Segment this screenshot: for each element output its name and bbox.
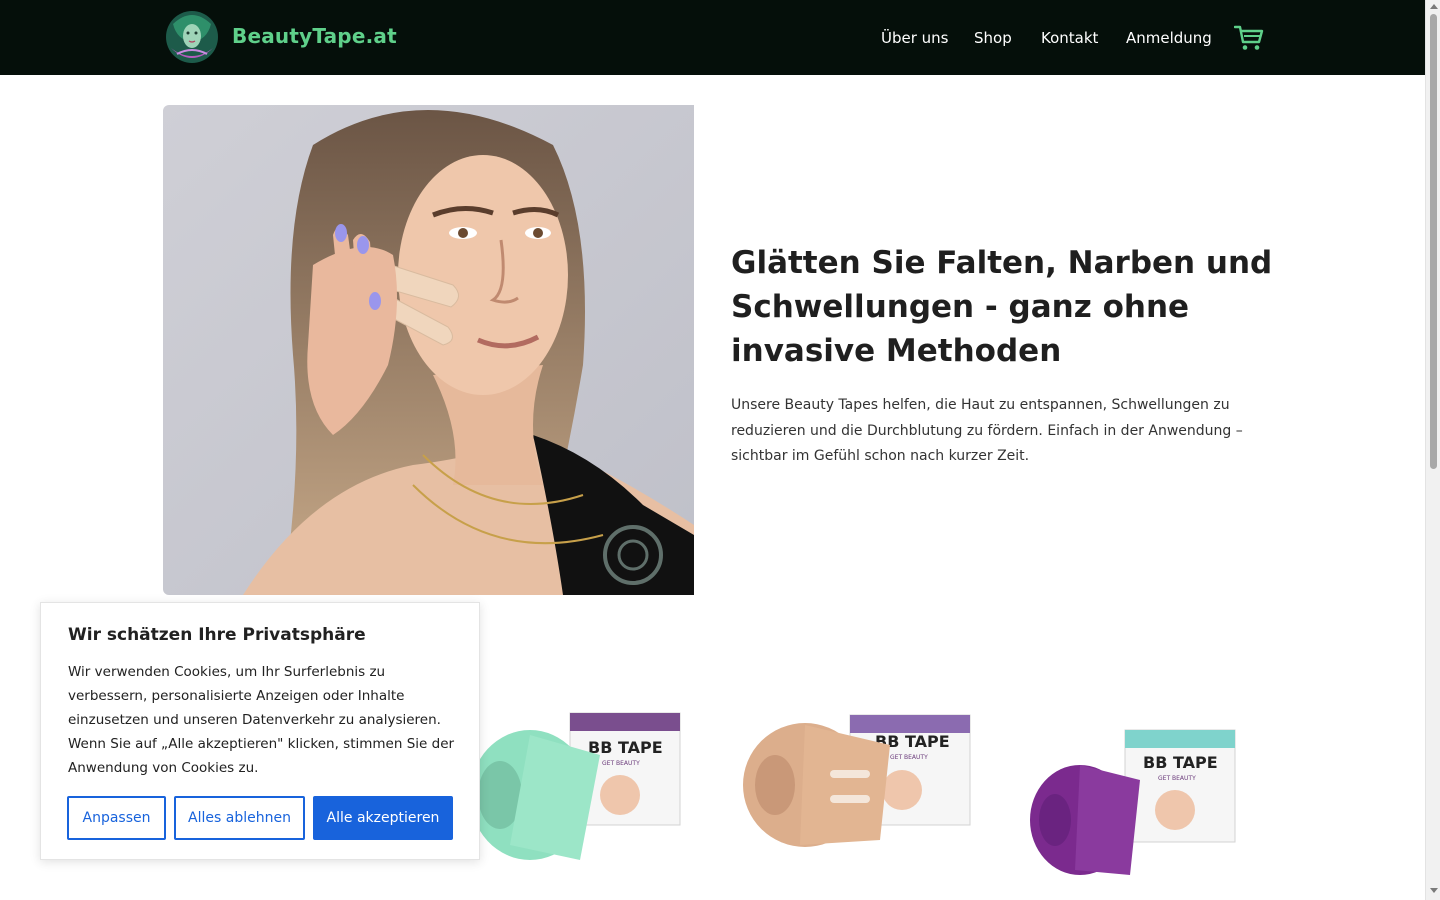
scroll-down-arrow-icon[interactable] (1430, 888, 1438, 893)
product-sub: GET BEAUTY (1158, 775, 1196, 782)
cookie-description: Wir verwenden Cookies, um Ihr Surferlebn… (68, 664, 455, 776)
cookie-title: Wir schätzen Ihre Privatsphäre (68, 625, 366, 645)
nav-about[interactable]: Über uns (881, 29, 949, 47)
nav-login[interactable]: Anmeldung (1126, 29, 1212, 47)
hero-title: Glätten Sie Falten, Narben und Schwellun… (731, 245, 1273, 369)
customize-button[interactable]: Anpassen (67, 796, 166, 840)
hero-description: Unsere Beauty Tapes helfen, die Haut zu … (731, 397, 1243, 464)
shopping-cart-icon[interactable] (1234, 24, 1264, 52)
brand-name[interactable]: BeautyTape.at (232, 24, 397, 48)
product-brand: BB TAPE (588, 738, 663, 757)
scroll-up-arrow-icon[interactable] (1430, 4, 1438, 9)
cookie-consent-banner: Wir schätzen Ihre Privatsphäre Wir verwe… (40, 602, 480, 860)
product-card[interactable]: BB TAPE GET BEAUTY (470, 645, 690, 900)
accept-all-button[interactable]: Alle akzeptieren (313, 796, 453, 840)
product-sub: GET BEAUTY (890, 754, 928, 761)
product-card[interactable]: BB TAPE GET BEAUTY (1020, 645, 1250, 900)
nav-shop[interactable]: Shop (974, 29, 1012, 47)
reject-all-button[interactable]: Alles ablehnen (174, 796, 305, 840)
hero-image (163, 105, 694, 595)
site-header: BeautyTape.at Über uns Shop Kontakt Anme… (0, 0, 1425, 75)
scroll-thumb[interactable] (1430, 14, 1437, 469)
product-card[interactable]: BB TAPE GET BEAUTY (730, 645, 980, 900)
logo-icon[interactable] (163, 10, 221, 64)
page-scrollbar[interactable] (1425, 0, 1440, 900)
product-brand: BB TAPE (1143, 753, 1218, 772)
product-sub: GET BEAUTY (602, 760, 640, 767)
nav-contact[interactable]: Kontakt (1041, 29, 1098, 47)
